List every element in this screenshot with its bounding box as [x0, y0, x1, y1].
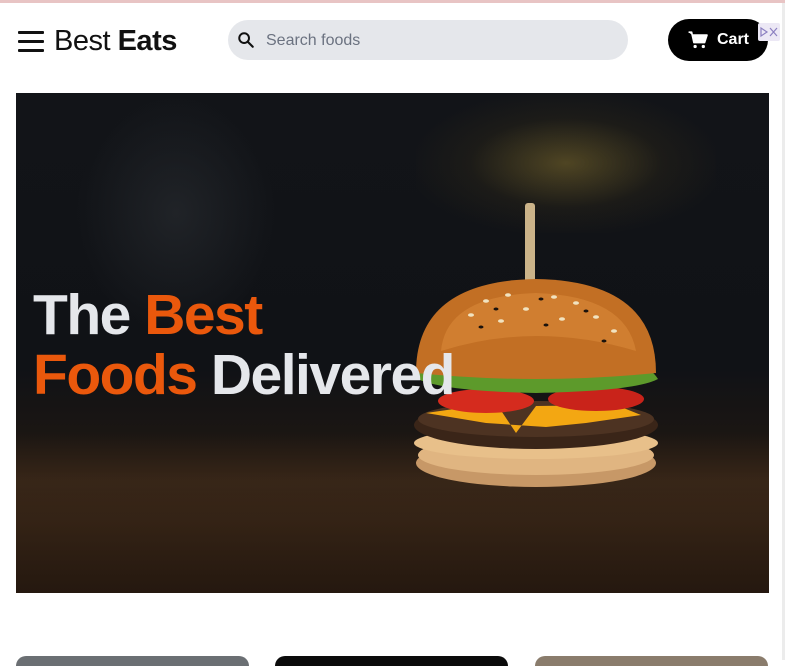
- site-header: Best Eats Cart: [0, 3, 785, 79]
- hero-word-delivered: Delivered: [210, 343, 456, 407]
- logo-text-eats: Eats: [117, 25, 178, 57]
- food-card[interactable]: [535, 656, 768, 666]
- hamburger-menu-icon[interactable]: [18, 29, 44, 53]
- hero-word-best: Best: [144, 283, 263, 347]
- shopping-cart-icon: [688, 31, 708, 49]
- cart-button[interactable]: Cart: [668, 19, 768, 61]
- ad-choices-icon[interactable]: [758, 23, 780, 41]
- hero-banner: The Best Foods Delivered: [16, 93, 769, 593]
- food-card[interactable]: [16, 656, 249, 666]
- search-bar: [228, 20, 628, 62]
- site-logo[interactable]: Best Eats: [54, 22, 177, 60]
- search-icon: [238, 32, 254, 48]
- hero-word-foods: Foods: [33, 343, 198, 407]
- cart-label: Cart: [717, 31, 750, 48]
- food-card[interactable]: [275, 656, 508, 666]
- hero-headline: The Best Foods Delivered: [33, 283, 456, 407]
- search-input[interactable]: [264, 20, 618, 62]
- logo-text-best: Best: [54, 25, 111, 57]
- hero-word-the: The: [33, 283, 131, 347]
